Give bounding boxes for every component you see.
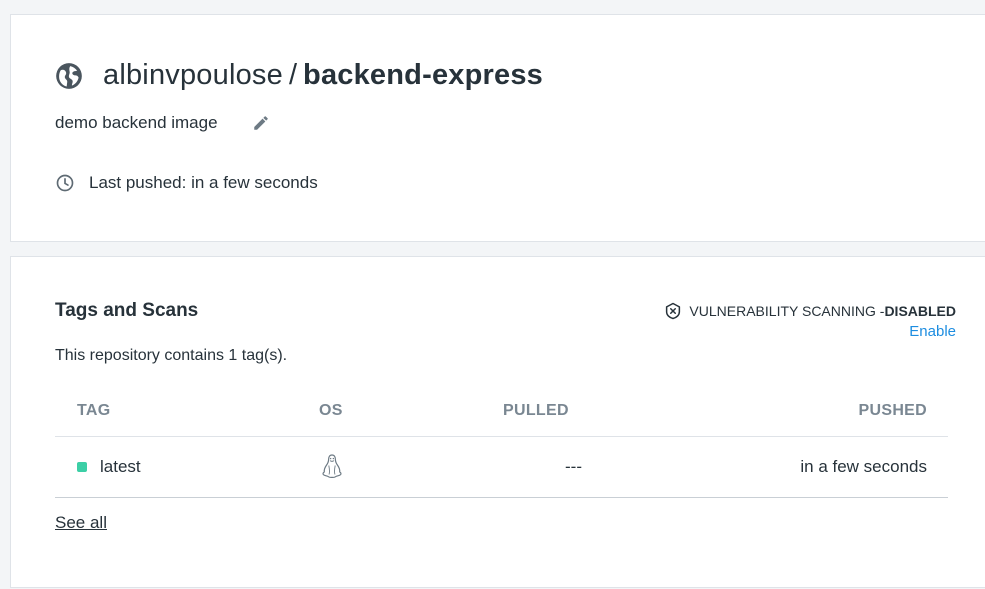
table-header-row: TAG OS PULLED PUSHED [55,387,948,437]
clock-icon [55,173,75,193]
repository-name: backend-express [303,59,543,91]
description-text: demo backend image [55,113,218,132]
last-pushed: Last pushed: in a few seconds [55,173,318,193]
tags-table: TAG OS PULLED PUSHED latest --- in a few… [55,387,948,498]
repository-header-card: albinvpoulose / backend-express demo bac… [10,14,985,242]
vulnerability-status: DISABLED [884,303,956,319]
vulnerability-scanning: VULNERABILITY SCANNING - DISABLED Enable [664,302,956,340]
table-row[interactable]: latest --- in a few seconds [55,437,948,498]
tag-name[interactable]: latest [100,457,141,477]
shield-icon [664,302,682,320]
enable-scanning-link[interactable]: Enable [664,323,956,340]
header-tag: TAG [77,402,111,419]
header-os: OS [319,402,343,419]
title-separator: / [288,59,298,91]
repository-description: demo backend image [55,113,270,133]
linux-icon [321,453,343,479]
pencil-icon[interactable] [252,114,270,132]
section-title: Tags and Scans [55,300,199,321]
tags-and-scans-card: Tags and Scans VULNERABILITY SCANNING - … [10,256,985,588]
see-all-link[interactable]: See all [55,513,107,533]
last-pushed-text: Last pushed: in a few seconds [89,173,318,192]
header-pushed: PUSHED [858,402,927,419]
tag-status-indicator [77,462,87,472]
repository-owner[interactable]: albinvpoulose [103,59,283,92]
tag-cell[interactable]: latest [77,457,141,477]
repository-title: albinvpoulose / backend-express [55,59,543,92]
os-cell [321,453,343,484]
vulnerability-label: VULNERABILITY SCANNING - [689,303,885,319]
globe-icon [55,62,83,90]
header-pulled: PULLED [503,402,569,419]
tag-count-text: This repository contains 1 tag(s). [55,347,288,364]
pushed-cell: in a few seconds [800,457,927,476]
pulled-cell: --- [565,457,582,476]
